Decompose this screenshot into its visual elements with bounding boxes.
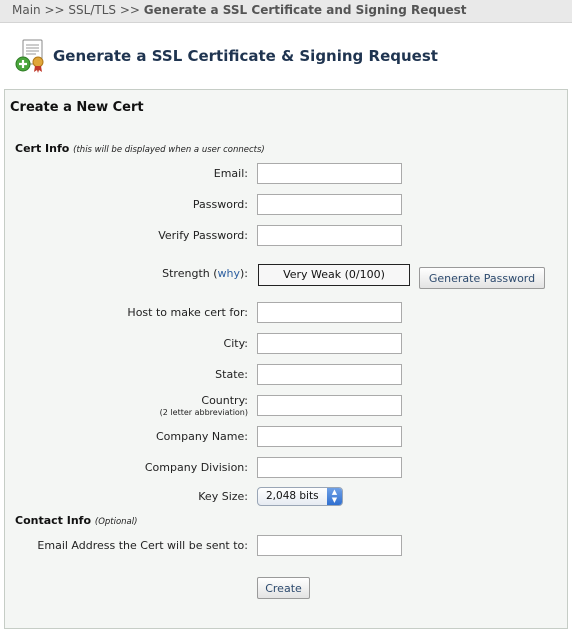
city-label: City: [223, 337, 248, 350]
password-field[interactable] [257, 194, 402, 215]
company-name-label: Company Name: [156, 430, 248, 443]
strength-why-link[interactable]: why [218, 267, 240, 280]
state-field[interactable] [257, 364, 402, 385]
company-division-label: Company Division: [144, 461, 248, 474]
host-label: Host to make cert for: [127, 306, 248, 319]
cert-info-title: Cert Info [15, 142, 70, 155]
city-field[interactable] [257, 333, 402, 354]
breadcrumb-main-link[interactable]: Main [12, 3, 41, 17]
breadcrumb-separator: >> [44, 3, 65, 17]
country-hint: (2 letter abbreviation) [159, 408, 248, 417]
password-strength-meter: Very Weak (0/100) [258, 264, 410, 286]
breadcrumb-separator: >> [119, 3, 140, 17]
cert-info-heading: Cert Info (this will be displayed when a… [15, 142, 265, 157]
verify-password-field[interactable] [257, 225, 402, 246]
breadcrumb-current: Generate a SSL Certificate and Signing R… [143, 3, 467, 17]
verify-password-label: Verify Password: [158, 229, 248, 242]
host-field[interactable] [257, 302, 402, 323]
contact-email-label: Email Address the Cert will be sent to: [37, 539, 248, 552]
page-title: Generate a SSL Certificate & Signing Req… [53, 47, 438, 65]
key-size-label: Key Size: [198, 490, 248, 503]
contact-info-heading: Contact Info (Optional) [15, 514, 137, 529]
key-size-value: 2,048 bits [266, 490, 319, 502]
breadcrumb: Main >> SSL/TLS >> Generate a SSL Certif… [0, 0, 572, 23]
generate-password-button[interactable]: Generate Password [419, 267, 545, 289]
company-name-field[interactable] [257, 426, 402, 447]
certificate-add-icon [15, 39, 44, 73]
contact-info-note: (Optional) [94, 517, 138, 527]
password-label: Password: [192, 198, 248, 211]
contact-info-title: Contact Info [15, 514, 92, 527]
contact-email-field[interactable] [257, 535, 402, 556]
country-field[interactable] [257, 395, 402, 416]
strength-label-suffix: ): [240, 267, 248, 280]
email-label: Email: [213, 167, 248, 180]
strength-label-prefix: Strength ( [162, 267, 218, 280]
select-arrows-icon: ▲ ▼ [327, 488, 342, 505]
key-size-select[interactable]: 2,048 bits ▲ ▼ [257, 487, 343, 506]
breadcrumb-ssl-link[interactable]: SSL/TLS [68, 3, 116, 17]
create-button[interactable]: Create [257, 577, 310, 599]
state-label: State: [215, 368, 248, 381]
cert-info-note: (this will be displayed when a user conn… [73, 145, 265, 155]
strength-label: Strength (why): [162, 267, 248, 281]
email-field[interactable] [257, 163, 402, 184]
company-division-field[interactable] [257, 457, 402, 478]
section-title: Create a New Cert [10, 100, 144, 115]
